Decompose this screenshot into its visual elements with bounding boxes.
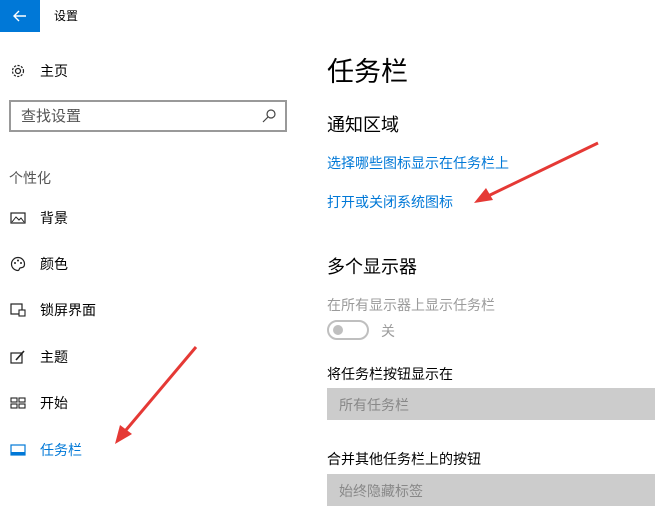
select-taskbar-icons-link[interactable]: 选择哪些图标显示在任务栏上 xyxy=(327,153,509,173)
sidebar: 主页 个性化 背景 颜色 锁屏界面 主题 开始 xyxy=(0,32,300,520)
sidebar-item-label: 任务栏 xyxy=(40,443,82,459)
sidebar-item-label: 颜色 xyxy=(40,257,68,273)
search-box[interactable] xyxy=(9,100,287,132)
palette-icon xyxy=(9,255,27,273)
toggle-state-label: 关 xyxy=(381,324,395,340)
start-tiles-icon xyxy=(9,394,27,412)
sidebar-item-label: 锁屏界面 xyxy=(40,303,96,319)
sidebar-item-label: 主页 xyxy=(40,64,68,80)
taskbar-icon xyxy=(9,441,27,459)
main-content: 任务栏 通知区域 选择哪些图标显示在任务栏上 打开或关闭系统图标 多个显示器 在… xyxy=(300,32,655,520)
system-icons-link[interactable]: 打开或关闭系统图标 xyxy=(327,192,453,212)
taskbar-buttons-dropdown[interactable]: 所有任务栏 xyxy=(327,388,655,420)
search-icon xyxy=(262,109,276,123)
picture-icon xyxy=(9,209,27,227)
back-button[interactable] xyxy=(0,0,40,32)
notification-area-heading: 通知区域 xyxy=(327,115,399,136)
sidebar-item-label: 背景 xyxy=(40,211,68,227)
toggle-knob xyxy=(333,325,343,335)
sidebar-item-taskbar[interactable]: 任务栏 xyxy=(0,430,300,470)
sidebar-item-lock-screen[interactable]: 锁屏界面 xyxy=(0,290,300,330)
page-title: 任务栏 xyxy=(327,57,408,88)
combine-buttons-label: 合并其他任务栏上的按钮 xyxy=(327,452,481,468)
theme-brush-icon xyxy=(9,348,27,366)
section-header: 个性化 xyxy=(9,171,51,187)
taskbar-buttons-label: 将任务栏按钮显示在 xyxy=(327,367,453,383)
show-taskbar-all-displays-toggle[interactable] xyxy=(327,320,369,340)
arrow-left-icon xyxy=(13,10,26,22)
combine-buttons-dropdown[interactable]: 始终隐藏标签 xyxy=(327,474,655,506)
sidebar-item-themes[interactable]: 主题 xyxy=(0,337,300,377)
sidebar-item-label: 主题 xyxy=(40,350,68,366)
lock-screen-icon xyxy=(9,301,27,319)
gear-icon xyxy=(9,62,27,80)
sidebar-item-colors[interactable]: 颜色 xyxy=(0,244,300,284)
window-title: 设置 xyxy=(54,9,79,23)
search-input[interactable] xyxy=(11,102,251,130)
sidebar-item-start[interactable]: 开始 xyxy=(0,383,300,423)
show-taskbar-all-displays-label: 在所有显示器上显示任务栏 xyxy=(327,298,495,314)
sidebar-item-home[interactable]: 主页 xyxy=(0,51,300,91)
combine-buttons-value: 始终隐藏标签 xyxy=(339,484,423,500)
sidebar-item-label: 开始 xyxy=(40,396,68,412)
multiple-displays-heading: 多个显示器 xyxy=(327,257,417,278)
title-bar: 设置 xyxy=(0,0,655,32)
taskbar-buttons-value: 所有任务栏 xyxy=(339,398,409,414)
sidebar-item-background[interactable]: 背景 xyxy=(0,198,300,238)
